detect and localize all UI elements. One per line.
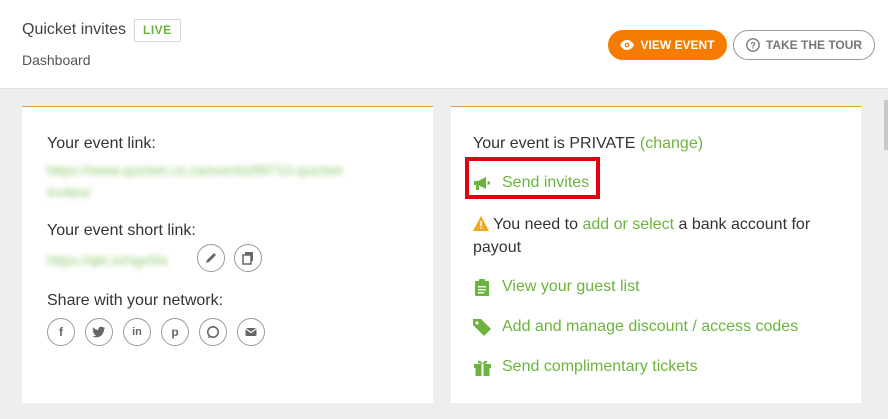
linkedin-share-button[interactable]: in [123, 318, 151, 346]
scrollbar[interactable] [884, 100, 888, 150]
copy-icon [242, 252, 253, 265]
view-event-button[interactable]: VIEW EVENT [608, 30, 727, 60]
whatsapp-share-button[interactable] [199, 318, 227, 346]
page-subtitle: Dashboard [22, 52, 91, 68]
event-links-card: Your event link: https://www.quicket.co.… [22, 106, 433, 403]
warning-icon [473, 216, 489, 231]
facebook-share-button[interactable]: f [47, 318, 75, 346]
clipboard-icon [473, 278, 491, 296]
whatsapp-icon [207, 326, 219, 338]
app-title: Quicket invites [22, 21, 127, 38]
discount-codes-label: Add and manage discount / access codes [502, 318, 799, 335]
bank-account-warning: You need to add or select a bank account… [473, 213, 843, 259]
guest-list-label: View your guest list [502, 278, 640, 295]
short-link-value[interactable]: https://qkt.io/ngxf4s [47, 252, 168, 268]
edit-short-link-button[interactable] [197, 244, 225, 272]
send-invites-label: Send invites [502, 174, 590, 191]
bank-warning-prefix: You need to [493, 216, 578, 233]
guest-list-link[interactable]: View your guest list [473, 278, 640, 296]
event-link-label: Your event link: [47, 135, 156, 152]
change-privacy-link[interactable]: (change) [640, 135, 703, 152]
question-circle-icon: ? [745, 38, 760, 52]
tag-icon [473, 318, 491, 336]
linkedin-icon: in [132, 326, 142, 338]
twitter-icon [92, 326, 105, 338]
take-tour-label: TAKE THE TOUR [765, 38, 863, 52]
top-header: Quicket invites LIVE Dashboard VIEW EVEN… [0, 0, 888, 89]
eye-icon [620, 40, 635, 50]
complimentary-tickets-label: Send complimentary tickets [502, 358, 698, 375]
bank-warning-line2: payout [473, 239, 522, 256]
send-invites-link[interactable]: Send invites [473, 174, 589, 192]
copy-short-link-button[interactable] [234, 244, 262, 272]
facebook-icon: f [59, 325, 63, 339]
event-actions-card: Your event is PRIVATE (change) Send invi… [451, 106, 861, 403]
twitter-share-button[interactable] [85, 318, 113, 346]
add-bank-account-link[interactable]: add or select [582, 216, 674, 233]
view-event-label: VIEW EVENT [640, 38, 715, 52]
pinterest-icon: p [171, 325, 179, 339]
megaphone-icon [473, 174, 491, 192]
discount-codes-link[interactable]: Add and manage discount / access codes [473, 318, 798, 336]
status-badge: LIVE [134, 19, 181, 42]
event-link-value[interactable]: https://www.quicket.co.za/events/89710-q… [47, 162, 346, 178]
gift-icon [473, 358, 491, 376]
privacy-status: Your event is PRIVATE (change) [473, 135, 703, 153]
pinterest-share-button[interactable]: p [161, 318, 189, 346]
share-label: Share with your network: [47, 292, 224, 309]
email-icon [245, 328, 257, 336]
short-link-label: Your event short link: [47, 222, 196, 239]
pencil-icon [206, 253, 216, 263]
complimentary-tickets-link[interactable]: Send complimentary tickets [473, 358, 698, 376]
email-share-button[interactable] [237, 318, 265, 346]
take-tour-button[interactable]: ? TAKE THE TOUR [733, 30, 875, 60]
bank-warning-suffix: a bank account for [678, 216, 811, 233]
privacy-text: Your event is PRIVATE [473, 135, 636, 152]
event-link-value-cont[interactable]: invites/ [47, 184, 91, 200]
svg-text:?: ? [750, 41, 756, 51]
